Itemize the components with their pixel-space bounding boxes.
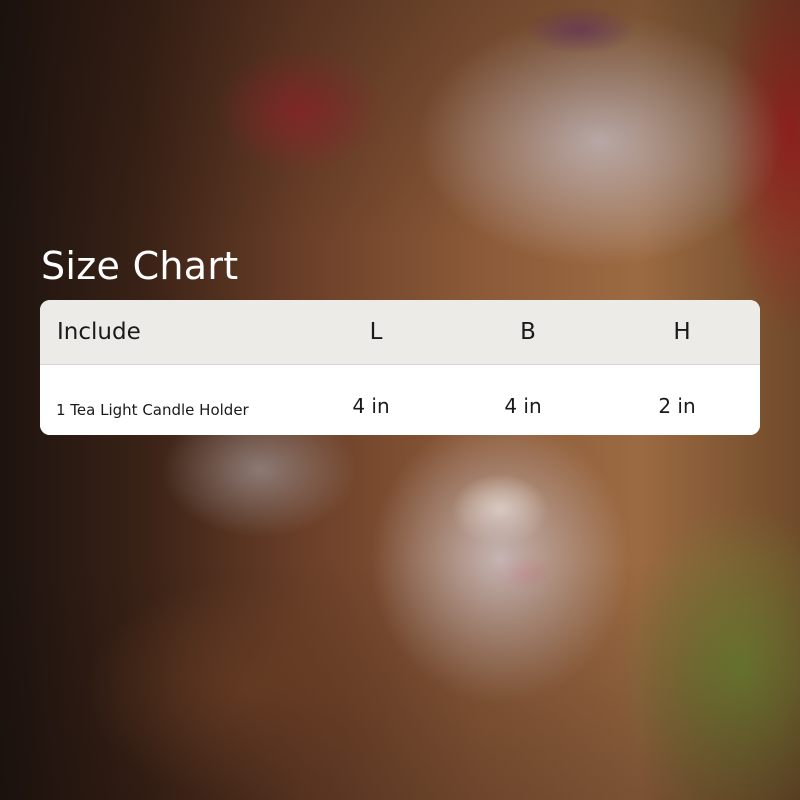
size-chart-table: Include L B H 1 Tea Light Candle Holder … — [40, 300, 760, 435]
header-length: L — [369, 319, 383, 345]
table-header-row: Include L B H — [40, 300, 760, 365]
header-height: H — [673, 319, 691, 345]
cell-length: 4 in — [352, 394, 390, 418]
cell-breadth: 4 in — [504, 394, 542, 418]
size-chart-title: Size Chart — [41, 244, 239, 288]
cell-height: 2 in — [658, 394, 696, 418]
header-breadth: B — [520, 319, 536, 345]
table-row: 1 Tea Light Candle Holder 4 in 4 in 2 in — [40, 365, 760, 435]
cell-include: 1 Tea Light Candle Holder — [56, 401, 249, 419]
header-include: Include — [57, 319, 141, 345]
